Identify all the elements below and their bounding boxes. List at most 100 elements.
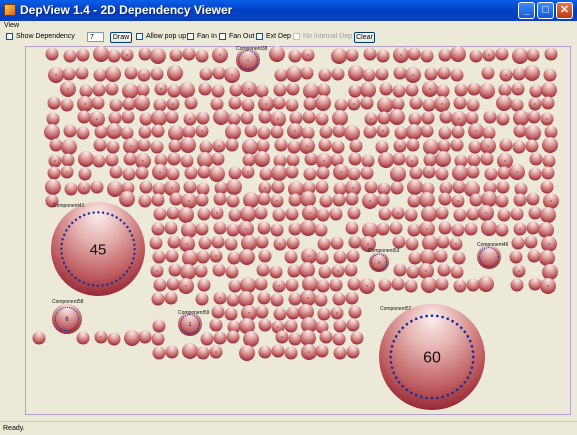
component-node[interactable] [317, 83, 331, 97]
highlighted-component-node[interactable]: Component46 [477, 242, 509, 269]
component-node[interactable] [348, 152, 362, 166]
component-node[interactable] [377, 182, 391, 196]
component-node[interactable] [334, 98, 348, 112]
component-node[interactable] [330, 236, 344, 250]
component-node[interactable] [316, 208, 330, 222]
component-node[interactable] [300, 191, 316, 207]
component-node[interactable] [184, 96, 198, 110]
component-node[interactable] [196, 346, 210, 360]
component-node[interactable] [407, 223, 421, 237]
component-node[interactable] [166, 277, 180, 291]
component-node[interactable] [345, 48, 359, 62]
component-node[interactable] [44, 124, 60, 140]
component-node[interactable] [226, 330, 240, 344]
component-node[interactable] [376, 49, 390, 63]
component-node[interactable] [151, 124, 165, 138]
component-node[interactable] [393, 66, 407, 80]
component-node[interactable] [198, 236, 212, 250]
component-node[interactable] [437, 263, 451, 277]
component-node[interactable] [184, 166, 198, 180]
component-node[interactable] [467, 153, 481, 167]
component-node[interactable] [168, 263, 182, 277]
component-node[interactable] [284, 319, 298, 333]
component-node[interactable] [378, 278, 392, 292]
component-node[interactable] [150, 67, 164, 81]
component-node[interactable] [528, 206, 542, 220]
component-node[interactable] [436, 235, 450, 249]
component-node[interactable] [452, 165, 468, 181]
component-node[interactable] [270, 125, 284, 139]
component-node[interactable] [526, 221, 540, 235]
highlighted-component-node[interactable]: 45 Component41 [51, 202, 145, 296]
component-node[interactable] [228, 96, 242, 110]
component-node[interactable] [225, 265, 239, 279]
component-node[interactable] [182, 250, 198, 266]
component-node[interactable] [76, 331, 90, 345]
component-node[interactable] [240, 111, 254, 125]
component-node[interactable] [287, 264, 301, 278]
component-node[interactable] [165, 249, 179, 263]
component-node[interactable] [78, 167, 92, 181]
component-node[interactable] [239, 345, 255, 361]
component-node[interactable] [150, 140, 164, 154]
component-node[interactable] [239, 249, 255, 265]
component-node[interactable] [91, 96, 105, 110]
component-node[interactable] [254, 206, 268, 220]
component-node[interactable] [150, 48, 166, 64]
component-node[interactable] [285, 207, 299, 221]
component-node[interactable] [316, 279, 330, 293]
component-node[interactable] [32, 331, 46, 345]
component-node[interactable] [408, 112, 422, 126]
component-node[interactable] [93, 46, 109, 62]
component-node[interactable] [121, 110, 135, 124]
component-node[interactable] [169, 48, 183, 62]
component-node[interactable] [136, 83, 150, 97]
component-node[interactable] [542, 264, 558, 280]
component-node[interactable] [256, 263, 270, 277]
component-node[interactable] [466, 165, 480, 179]
component-node[interactable] [225, 138, 239, 152]
component-node[interactable] [45, 179, 61, 195]
component-node[interactable] [333, 346, 347, 360]
component-node[interactable] [435, 167, 449, 181]
component-node[interactable] [377, 97, 393, 113]
component-node[interactable] [62, 67, 76, 81]
component-node[interactable] [540, 180, 554, 194]
component-node[interactable] [120, 126, 134, 140]
component-node[interactable] [210, 97, 224, 111]
component-node[interactable] [332, 332, 346, 346]
component-node[interactable] [345, 291, 359, 305]
component-node[interactable] [541, 82, 557, 98]
highlighted-component-node[interactable]: 1 Component59 [178, 310, 210, 336]
component-node[interactable] [527, 110, 541, 124]
component-node[interactable] [543, 68, 557, 82]
component-node[interactable] [46, 112, 60, 126]
component-node[interactable] [390, 166, 406, 182]
component-node[interactable] [212, 263, 226, 277]
component-node[interactable] [167, 84, 181, 98]
component-node[interactable] [434, 249, 448, 263]
component-node[interactable] [258, 249, 272, 263]
component-node[interactable] [528, 277, 542, 291]
component-node[interactable] [271, 165, 287, 181]
component-node[interactable] [61, 153, 75, 167]
component-node[interactable] [407, 194, 421, 208]
component-node[interactable] [406, 124, 422, 140]
component-node[interactable] [288, 193, 302, 207]
component-node[interactable] [196, 182, 210, 196]
component-node[interactable] [76, 48, 90, 62]
component-node[interactable] [213, 331, 227, 345]
component-node[interactable] [439, 110, 453, 124]
component-node[interactable] [422, 98, 436, 112]
component-node[interactable] [405, 83, 419, 97]
component-node[interactable] [314, 223, 328, 237]
component-node[interactable] [75, 66, 89, 80]
component-node[interactable] [224, 307, 238, 321]
component-node[interactable] [315, 344, 329, 358]
component-node[interactable] [195, 49, 209, 63]
component-node[interactable] [197, 278, 211, 292]
component-node[interactable] [421, 206, 437, 222]
component-node[interactable] [226, 179, 242, 195]
component-node[interactable] [466, 98, 480, 112]
component-node[interactable] [166, 167, 180, 181]
